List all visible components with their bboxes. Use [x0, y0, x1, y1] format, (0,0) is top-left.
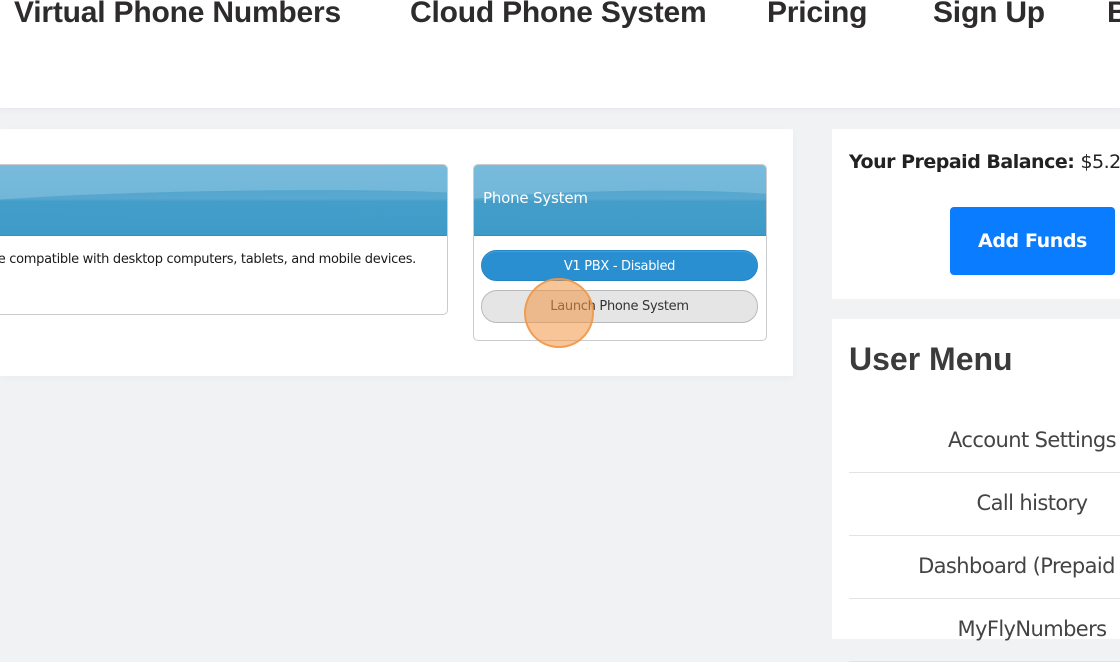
main-panel: e compatible with desktop computers, tab… — [0, 129, 793, 376]
top-navigation: Virtual Phone Numbers Cloud Phone System… — [0, 0, 1120, 109]
pbx-status-button[interactable]: V1 PBX - Disabled — [481, 250, 758, 281]
prepaid-balance: Your Prepaid Balance: $5.2 — [849, 151, 1120, 173]
menu-item-label: Dashboard (Prepaid ba — [918, 554, 1120, 578]
nav-sign-up[interactable]: Sign Up — [933, 0, 1045, 30]
balance-amount: $5.2 — [1080, 151, 1120, 173]
card-title: Phone System — [483, 189, 588, 207]
nav-cloud-phone-system[interactable]: Cloud Phone System — [410, 0, 707, 30]
user-menu-panel: User Menu Account Settings Call history … — [832, 319, 1120, 662]
user-menu-title: User Menu — [849, 341, 1013, 377]
balance-label: Your Prepaid Balance: — [849, 151, 1075, 173]
launch-phone-system-button[interactable]: Launch Phone System — [481, 290, 758, 323]
menu-item-myflynumbers[interactable]: MyFlyNumbers — [849, 599, 1120, 662]
phone-system-card: Phone System V1 PBX - Disabled Launch Ph… — [473, 164, 767, 341]
nav-virtual-phone-numbers[interactable]: Virtual Phone Numbers — [14, 0, 341, 30]
menu-item-account-settings[interactable]: Account Settings — [849, 410, 1120, 473]
card-header: Phone System — [474, 165, 766, 236]
nav-pricing[interactable]: Pricing — [767, 0, 867, 30]
add-funds-button[interactable]: Add Funds — [950, 207, 1115, 275]
user-menu-list: Account Settings Call history Dashboard … — [849, 410, 1120, 662]
menu-item-call-history[interactable]: Call history — [849, 473, 1120, 536]
softphone-card: e compatible with desktop computers, tab… — [0, 164, 448, 315]
menu-item-dashboard[interactable]: Dashboard (Prepaid ba — [849, 536, 1120, 599]
menu-item-label: Account Settings — [948, 428, 1117, 452]
card-description: e compatible with desktop computers, tab… — [0, 252, 416, 267]
card-header — [0, 165, 447, 236]
nav-item-truncated[interactable]: B — [1107, 0, 1120, 30]
balance-panel: Your Prepaid Balance: $5.2 Add Funds — [832, 129, 1120, 299]
menu-item-label: Call history — [976, 491, 1089, 515]
menu-item-label: MyFlyNumbers — [957, 617, 1108, 641]
